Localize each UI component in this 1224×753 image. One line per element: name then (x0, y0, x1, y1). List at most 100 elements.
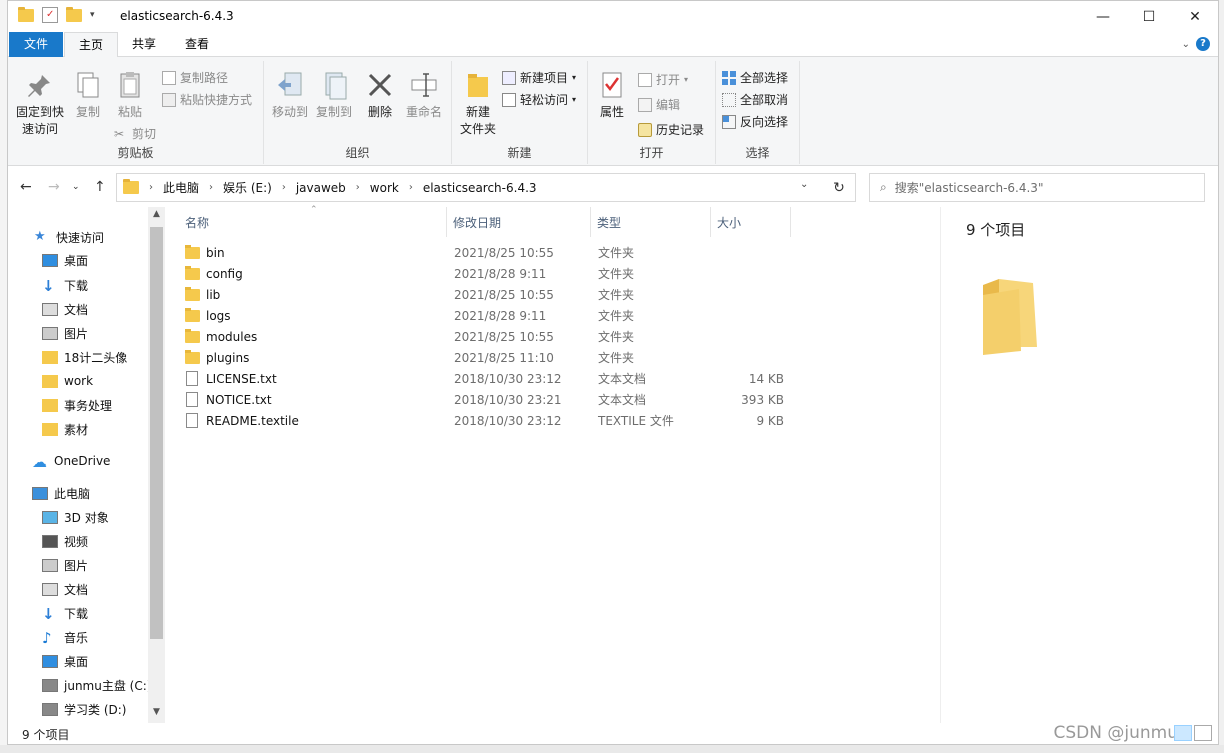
table-row[interactable]: plugins 2021/8/25 11:10 文件夹 (185, 347, 785, 368)
column-header-size[interactable]: 大小 (711, 207, 791, 237)
history-button[interactable]: 历史记录 (638, 121, 704, 138)
breadcrumb-item[interactable]: 娱乐 (E:) (223, 179, 272, 196)
new-item-icon (502, 70, 516, 85)
file-size: 14 KB (748, 371, 784, 386)
rename-icon (408, 69, 440, 101)
file-name: modules (206, 329, 258, 344)
column-header-name[interactable]: 名称 ⌃ (170, 205, 447, 237)
open-button[interactable]: 打开 ▾ (638, 71, 688, 88)
paste-button[interactable]: 粘贴 (110, 69, 150, 121)
copy-path-button[interactable]: 复制路径 (162, 69, 228, 86)
up-button[interactable]: ↑ (94, 179, 106, 195)
details-view-button[interactable] (1174, 725, 1192, 741)
new-folder-button[interactable]: 新建 文件夹 (456, 69, 500, 138)
table-row[interactable]: modules 2021/8/25 10:55 文件夹 (185, 326, 785, 347)
address-bar[interactable]: › 此电脑 › 娱乐 (E:) › javaweb › work › elast… (116, 173, 856, 202)
rename-button[interactable]: 重命名 (402, 69, 446, 121)
recent-locations-button[interactable]: ⌄ (72, 182, 80, 192)
scroll-up-icon[interactable]: ▲ (148, 209, 165, 225)
sidebar-item[interactable]: 此电脑 (32, 481, 166, 505)
address-dropdown-icon[interactable]: ⌄ (800, 179, 808, 190)
cut-button[interactable]: ✂ 剪切 (114, 125, 156, 142)
file-date: 2018/10/30 23:21 (454, 392, 562, 407)
copy-button[interactable]: 复制 (68, 69, 108, 121)
rename-label: 重命名 (405, 105, 442, 119)
ribbon: 固定到快 速访问 复制 粘贴 复制路径 粘贴快捷方式 ✂ 剪切 剪贴板 移动到 … (8, 57, 1218, 166)
maximize-button[interactable]: ☐ (1126, 1, 1172, 32)
sidebar-item-label: 学习类 (D:) (64, 702, 127, 717)
tab-share[interactable]: 共享 (120, 32, 168, 57)
column-header-date[interactable]: 修改日期 (447, 207, 591, 237)
desktop-icon (42, 253, 58, 267)
breadcrumb-separator: › (149, 182, 153, 193)
preview-item-count: 9 个项目 (966, 221, 1026, 239)
select-none-button[interactable]: 全部取消 (722, 91, 788, 108)
desktop-icon (42, 654, 58, 668)
tab-view[interactable]: 查看 (172, 32, 222, 57)
delete-button[interactable]: 删除 (360, 69, 400, 121)
properties-button[interactable]: 属性 (592, 69, 632, 121)
help-icon[interactable]: ? (1196, 37, 1210, 51)
select-all-button[interactable]: 全部选择 (722, 69, 788, 86)
breadcrumb-item[interactable]: elasticsearch-6.4.3 (423, 181, 537, 195)
table-row[interactable]: config 2021/8/28 9:11 文件夹 (185, 263, 785, 284)
back-button[interactable]: ← (20, 179, 32, 195)
edit-button[interactable]: 编辑 (638, 96, 680, 113)
tab-home[interactable]: 主页 (64, 32, 118, 58)
delete-label: 删除 (367, 105, 392, 119)
new-folder-icon[interactable] (66, 6, 82, 22)
file-name-cell: bin (185, 244, 225, 260)
delete-icon (364, 69, 396, 101)
sidebar-item-label: 视频 (64, 534, 89, 549)
new-group-label: 新建 (507, 146, 532, 160)
picture-icon (42, 558, 58, 572)
title-bar: ✓ ▾ elasticsearch-6.4.3 — ☐ ✕ (8, 1, 1218, 32)
properties-icon[interactable]: ✓ (42, 7, 58, 23)
forward-button[interactable]: → (48, 179, 60, 195)
file-name: bin (206, 245, 225, 260)
close-button[interactable]: ✕ (1172, 1, 1218, 32)
table-row[interactable]: logs 2021/8/28 9:11 文件夹 (185, 305, 785, 326)
column-header-type[interactable]: 类型 (591, 207, 711, 237)
scrollbar-thumb[interactable] (150, 227, 163, 639)
table-row[interactable]: README.textile 2018/10/30 23:12 TEXTILE 文件… (185, 410, 785, 431)
search-input[interactable]: ⌕ 搜索"elasticsearch-6.4.3" (869, 173, 1205, 202)
document-icon (42, 302, 58, 316)
paste-shortcut-button[interactable]: 粘贴快捷方式 (162, 91, 252, 108)
file-name: README.textile (206, 413, 299, 428)
download-icon: ↓ (42, 277, 55, 295)
nav-scrollbar[interactable]: ▲ ▼ (148, 207, 165, 723)
table-row[interactable]: LICENSE.txt 2018/10/30 23:12 文本文档 14 KB (185, 368, 785, 389)
tab-file[interactable]: 文件 (9, 32, 63, 57)
breadcrumb-separator: › (355, 182, 360, 193)
new-item-label: 新建项目 (520, 71, 569, 85)
table-row[interactable]: NOTICE.txt 2018/10/30 23:21 文本文档 393 KB (185, 389, 785, 410)
easy-access-button[interactable]: 轻松访问 ▾ (502, 91, 576, 108)
breadcrumb-item[interactable]: 此电脑 (163, 179, 199, 196)
sidebar-item[interactable]: ☁ OneDrive (32, 449, 166, 473)
refresh-button[interactable]: ↻ (823, 173, 856, 202)
breadcrumb-item[interactable]: work (370, 181, 399, 195)
chevron-down-icon[interactable]: ⌄ (1182, 39, 1190, 50)
invert-selection-button[interactable]: 反向选择 (722, 113, 788, 130)
move-to-button[interactable]: 移动到 (268, 69, 312, 121)
window-controls: — ☐ ✕ (1080, 1, 1218, 32)
navigation-pane: ★快速访问桌面📌↓下载📌文档📌图片📌18计二头像work事务处理素材☁OneDr… (8, 207, 166, 723)
copy-to-button[interactable]: 复制到 (312, 69, 356, 121)
cloud-icon: ☁ (32, 453, 47, 471)
folder-icon (42, 398, 58, 412)
file-name: plugins (206, 350, 250, 365)
computer-icon (32, 486, 48, 500)
table-row[interactable]: lib 2021/8/25 10:55 文件夹 (185, 284, 785, 305)
new-item-button[interactable]: 新建项目 ▾ (502, 69, 576, 86)
scroll-down-icon[interactable]: ▼ (148, 707, 165, 723)
pin-quick-access-button[interactable]: 固定到快 速访问 (14, 69, 66, 138)
minimize-button[interactable]: — (1080, 1, 1126, 32)
customize-qat-icon[interactable]: ▾ (90, 10, 95, 20)
sidebar-item[interactable]: ★ 快速访问 (34, 225, 166, 249)
sidebar-item-label: 音乐 (64, 630, 89, 645)
large-icons-view-button[interactable] (1194, 725, 1212, 741)
breadcrumb-item[interactable]: javaweb (296, 181, 346, 195)
table-row[interactable]: bin 2021/8/25 10:55 文件夹 (185, 242, 785, 263)
open-group-label: 打开 (639, 146, 664, 160)
